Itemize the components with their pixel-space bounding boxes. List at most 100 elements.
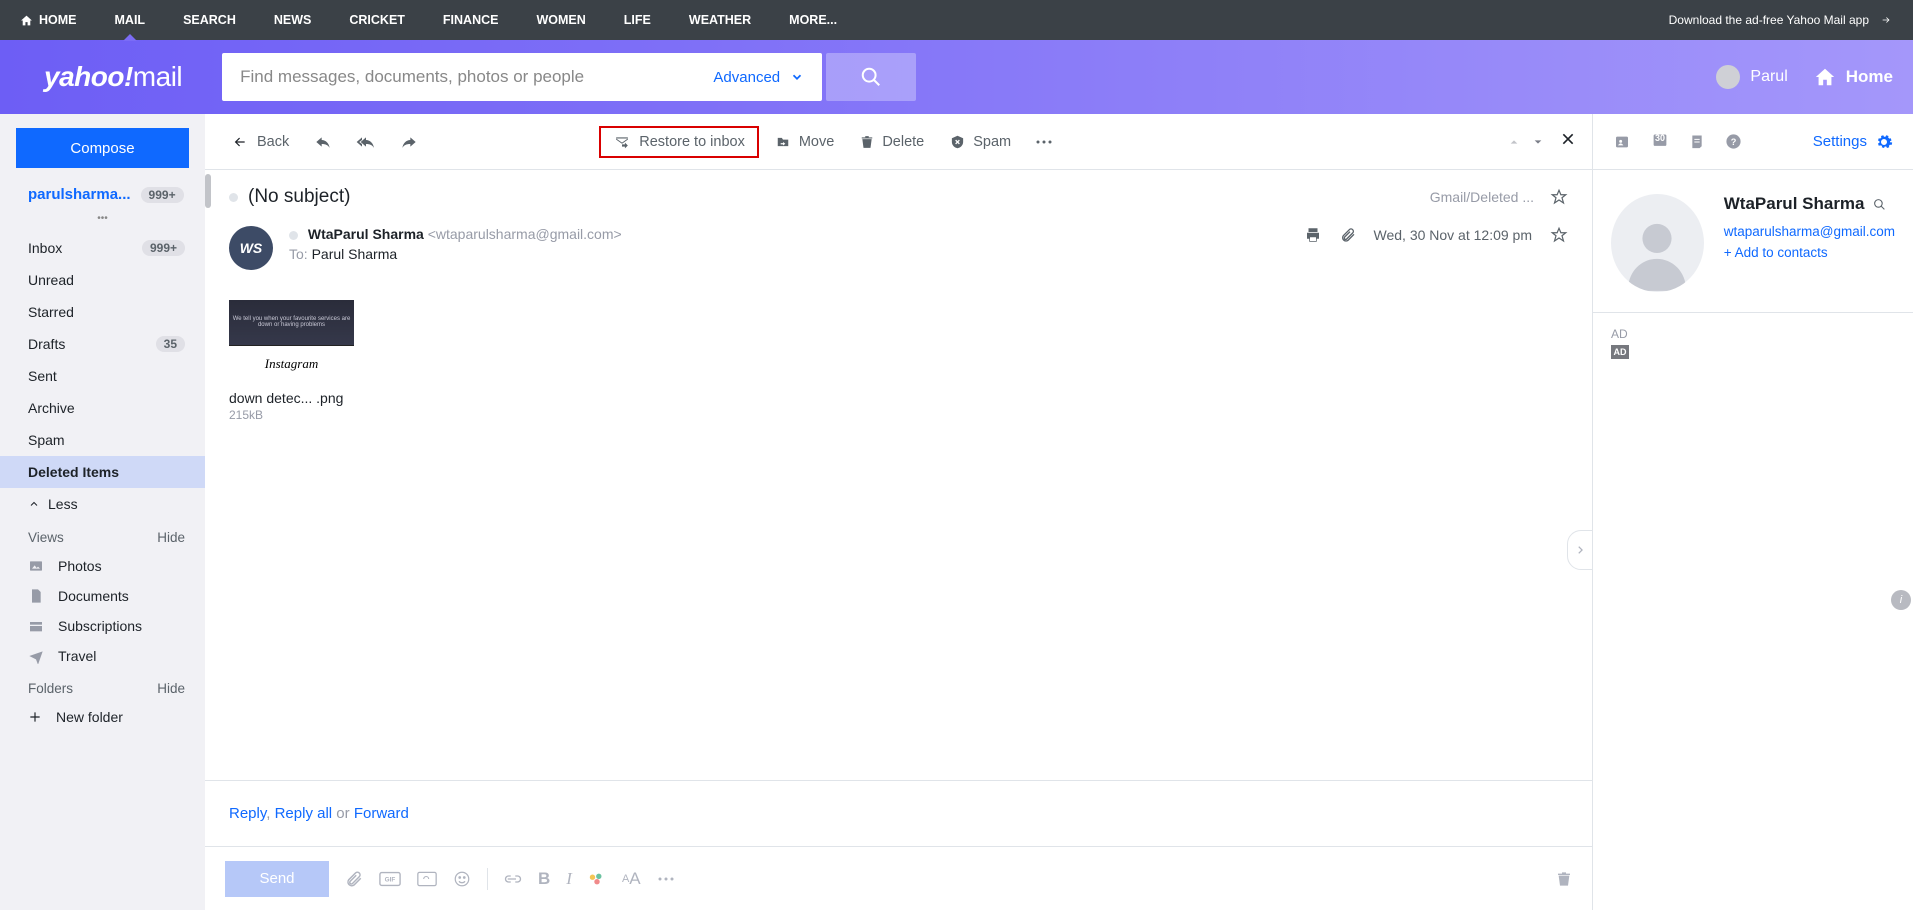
nav-weather[interactable]: WEATHER	[689, 13, 751, 27]
send-button[interactable]: Send	[225, 861, 329, 897]
nav-finance[interactable]: FINANCE	[443, 13, 499, 27]
to-label: To:	[289, 246, 308, 262]
attachment[interactable]: We tell you when your favourite services…	[229, 300, 354, 422]
download-app-link[interactable]: Download the ad-free Yahoo Mail app	[1669, 13, 1893, 27]
more-actions[interactable]	[1027, 133, 1061, 151]
bold-button[interactable]: B	[538, 869, 550, 889]
stationery-button[interactable]	[417, 871, 437, 887]
scrollbar[interactable]	[205, 174, 211, 208]
attachment-size: 215kB	[229, 408, 354, 422]
folder-unread[interactable]: Unread	[0, 264, 205, 296]
folder-drafts[interactable]: Drafts35	[0, 328, 205, 360]
compose-button[interactable]: Compose	[16, 128, 189, 168]
notepad-icon[interactable]	[1689, 133, 1705, 150]
info-button[interactable]: i	[1891, 590, 1911, 610]
reply-all-button[interactable]	[347, 128, 385, 156]
nav-women[interactable]: WOMEN	[536, 13, 585, 27]
read-status-dot	[289, 231, 298, 240]
emoji-icon	[453, 870, 471, 888]
caret-up-icon[interactable]	[1508, 137, 1520, 147]
folder-deleted-items[interactable]: Deleted Items	[0, 456, 205, 488]
gif-button[interactable]: GIF	[379, 871, 401, 887]
caret-down-icon[interactable]	[1532, 137, 1544, 147]
text-color-button[interactable]	[588, 872, 606, 886]
collapse-folders[interactable]: Less	[0, 488, 205, 520]
reply-button[interactable]	[305, 128, 341, 156]
discard-draft[interactable]	[1556, 870, 1572, 888]
svg-text:GIF: GIF	[385, 876, 396, 883]
close-message[interactable]	[1560, 131, 1576, 152]
star-icon[interactable]	[1550, 188, 1568, 206]
link-button[interactable]	[504, 873, 522, 885]
view-documents[interactable]: Documents	[0, 581, 205, 611]
star-icon[interactable]	[1550, 226, 1568, 244]
paperclip-icon	[345, 870, 363, 888]
folder-archive[interactable]: Archive	[0, 392, 205, 424]
view-photos[interactable]: Photos	[0, 551, 205, 581]
hide-folders[interactable]: Hide	[157, 681, 185, 696]
arrow-right-icon	[1879, 15, 1893, 25]
next-message[interactable]	[1567, 530, 1593, 570]
help-icon[interactable]: ?	[1725, 133, 1742, 150]
color-dots-icon	[588, 872, 606, 886]
nav-more[interactable]: MORE...	[789, 13, 837, 27]
italic-button[interactable]: I	[566, 869, 572, 889]
back-button[interactable]: Back	[221, 128, 299, 156]
compose-toolbar: Send GIF B I AA	[205, 846, 1592, 910]
more-format-button[interactable]	[657, 876, 675, 882]
nav-mail[interactable]: MAIL	[115, 13, 146, 27]
chevron-down-icon	[790, 70, 804, 84]
account-badge: 999+	[141, 187, 184, 203]
view-travel[interactable]: Travel	[0, 641, 205, 671]
nav-cricket[interactable]: CRICKET	[349, 13, 405, 27]
attach-file-button[interactable]	[345, 870, 363, 888]
view-subscriptions[interactable]: Subscriptions	[0, 611, 205, 641]
calendar-icon[interactable]: 30	[1651, 131, 1669, 153]
move-button[interactable]: Move	[765, 128, 844, 156]
font-size-button[interactable]: AA	[622, 869, 641, 889]
settings-link[interactable]: Settings	[1813, 133, 1893, 151]
reply-all-link[interactable]: Reply all	[275, 805, 333, 822]
folder-spam[interactable]: Spam	[0, 424, 205, 456]
contact-email[interactable]: wtaparulsharma@gmail.com	[1724, 224, 1895, 239]
nav-home[interactable]: HOME	[20, 13, 77, 27]
delete-button[interactable]: Delete	[850, 128, 934, 156]
trash-icon	[860, 134, 874, 150]
yahoo-mail-logo[interactable]: yahoo!mail	[44, 61, 182, 93]
shield-x-icon	[950, 134, 965, 150]
advanced-search[interactable]: Advanced	[713, 69, 804, 86]
sender-name: WtaParul Sharma	[308, 226, 424, 242]
folder-sent[interactable]: Sent	[0, 360, 205, 392]
search-icon[interactable]	[1873, 198, 1886, 211]
travel-icon	[28, 648, 44, 664]
reply-bar: Reply, Reply all or Forward	[205, 780, 1592, 846]
add-to-contacts[interactable]: + Add to contacts	[1724, 245, 1895, 260]
folder-starred[interactable]: Starred	[0, 296, 205, 328]
account-more[interactable]: •••	[0, 213, 205, 232]
folder-inbox[interactable]: Inbox999+	[0, 232, 205, 264]
spam-button[interactable]: Spam	[940, 128, 1021, 156]
gear-icon	[1875, 133, 1893, 151]
yahoo-home-link[interactable]: Home	[1814, 66, 1893, 88]
restore-to-inbox-button[interactable]: Restore to inbox	[599, 126, 759, 158]
emoji-button[interactable]	[453, 870, 471, 888]
search-button[interactable]	[826, 53, 916, 101]
nav-news[interactable]: NEWS	[274, 13, 312, 27]
recipient-name: Parul Sharma	[312, 246, 398, 262]
move-icon	[775, 135, 791, 149]
read-status-dot	[229, 193, 238, 202]
forward-link[interactable]: Forward	[354, 805, 409, 822]
hide-views[interactable]: Hide	[157, 530, 185, 545]
contacts-icon[interactable]	[1613, 134, 1631, 150]
print-icon[interactable]	[1304, 226, 1322, 244]
reply-link[interactable]: Reply	[229, 805, 266, 822]
nav-life[interactable]: LIFE	[624, 13, 651, 27]
attachment-icon[interactable]	[1340, 226, 1356, 244]
nav-search[interactable]: SEARCH	[183, 13, 236, 27]
forward-button[interactable]	[391, 128, 427, 156]
new-folder[interactable]: New folder	[0, 702, 205, 732]
profile-menu[interactable]: Parul	[1716, 65, 1787, 89]
account-selector[interactable]: parulsharma... 999+	[0, 186, 205, 213]
message-pane: Back Restore to inbox Move Delete	[205, 114, 1593, 910]
search-input[interactable]	[240, 67, 713, 87]
